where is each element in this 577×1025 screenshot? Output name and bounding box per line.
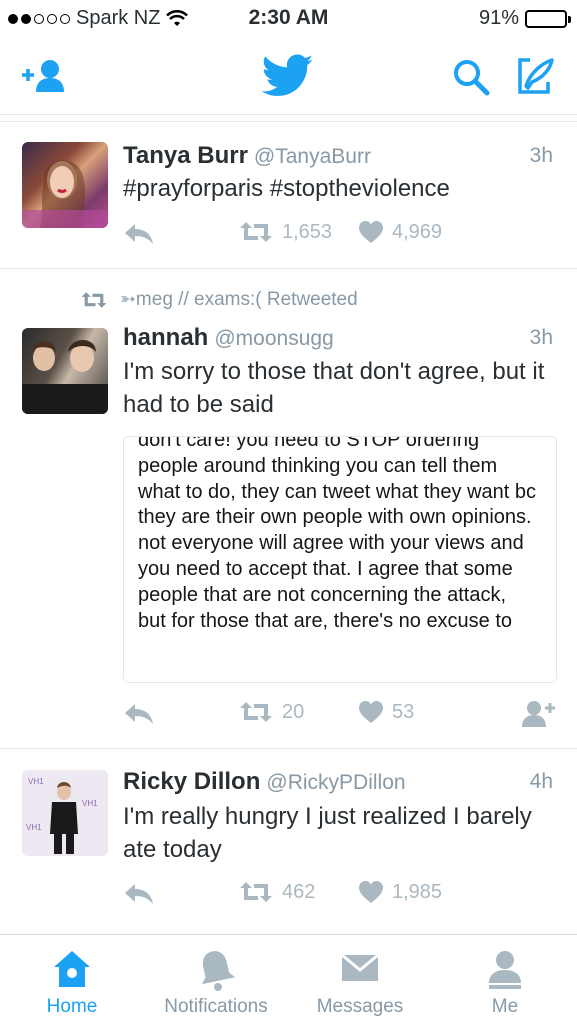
tab-label: Notifications xyxy=(164,996,268,1017)
tweet-time: 3h xyxy=(529,326,553,349)
svg-text:VH1: VH1 xyxy=(82,799,98,808)
retweet-count: 20 xyxy=(282,700,305,723)
tweet-handle[interactable]: @TanyaBurr xyxy=(254,145,371,168)
tweet-handle[interactable]: @moonsugg xyxy=(214,327,333,350)
avatar[interactable] xyxy=(22,328,108,414)
status-bar: Spark NZ 2:30 AM 91% xyxy=(0,0,577,40)
tweet-item[interactable]: VH1 VH1 VH1 Ricky Dillon @RickyPDillon 4h… xyxy=(0,748,577,934)
tab-me[interactable]: Me xyxy=(460,935,550,1025)
tweet-author[interactable]: Tanya Burr @TanyaBurr xyxy=(123,142,371,170)
retweet-icon xyxy=(240,222,272,242)
search-icon[interactable] xyxy=(452,58,490,96)
person-icon xyxy=(489,951,521,989)
retweeted-by-row[interactable]: ➳meg // exams:( Retweeted xyxy=(80,288,358,311)
like-button[interactable]: 53 xyxy=(358,700,414,724)
tweet-text: I'm sorry to those that don't agree, but… xyxy=(123,358,545,418)
tweet-author[interactable]: Ricky Dillon @RickyPDillon xyxy=(123,768,406,796)
tweet-image[interactable]: don't care! you need to STOP ordering pe… xyxy=(123,436,557,683)
tweet-item[interactable]: ➳meg // exams:( Retweeted hannah @moonsug… xyxy=(0,268,577,749)
battery-info: 91% xyxy=(478,7,571,30)
like-count: 4,969 xyxy=(392,220,443,243)
tweet-handle[interactable]: @RickyPDillon xyxy=(266,771,405,794)
svg-text:VH1: VH1 xyxy=(26,823,42,832)
battery-icon xyxy=(525,9,571,28)
retweet-button[interactable]: 1,653 xyxy=(238,220,332,244)
avatar[interactable] xyxy=(22,142,108,228)
like-count: 1,985 xyxy=(392,880,443,903)
bell-icon xyxy=(201,951,236,991)
tweet-author[interactable]: hannah @moonsugg xyxy=(123,324,334,352)
retweet-count: 462 xyxy=(282,880,316,903)
home-icon xyxy=(54,951,90,987)
retweet-icon xyxy=(240,702,272,722)
retweet-button[interactable]: 462 xyxy=(238,880,315,904)
envelope-icon xyxy=(341,953,379,981)
tweet-text: I'm really hungry I just realized I bare… xyxy=(123,803,532,863)
top-nav-bar xyxy=(0,40,577,115)
retweeted-by-label: ➳meg // exams:( Retweeted xyxy=(120,289,358,310)
heart-icon xyxy=(359,221,383,243)
heart-icon xyxy=(359,701,383,723)
tweet-time: 3h xyxy=(529,144,553,167)
compose-icon[interactable] xyxy=(516,56,556,96)
retweet-count: 1,653 xyxy=(282,220,333,243)
twitter-bird-icon[interactable] xyxy=(262,54,314,98)
like-count: 53 xyxy=(392,700,415,723)
tab-messages[interactable]: Messages xyxy=(300,935,420,1025)
like-button[interactable]: 1,985 xyxy=(358,880,442,904)
tab-notifications[interactable]: Notifications xyxy=(150,935,282,1025)
follow-user-icon[interactable] xyxy=(520,700,556,728)
avatar[interactable]: VH1 VH1 VH1 xyxy=(22,770,108,856)
svg-text:VH1: VH1 xyxy=(28,777,44,786)
heart-icon xyxy=(359,881,383,903)
tab-bar: Home Notifications Messages Me xyxy=(0,934,577,1025)
tweet-time: 4h xyxy=(529,770,553,793)
tweet-actions: 20 53 xyxy=(123,700,563,730)
image-text: don't care! you need to STOP ordering pe… xyxy=(138,436,537,632)
tab-label: Messages xyxy=(316,996,404,1017)
retweet-icon xyxy=(240,882,272,902)
tab-label: Me xyxy=(491,996,519,1017)
tab-label: Home xyxy=(46,996,98,1017)
reply-icon[interactable] xyxy=(123,700,155,726)
tweet-actions: 1,653 4,969 xyxy=(123,220,563,250)
tweet-actions: 462 1,985 xyxy=(123,880,563,910)
feed-gap xyxy=(0,115,577,122)
retweet-icon xyxy=(81,291,107,308)
battery-percent: 91% xyxy=(478,7,519,29)
add-user-icon[interactable] xyxy=(20,58,68,94)
tab-home[interactable]: Home xyxy=(8,935,136,1025)
reply-icon[interactable] xyxy=(123,220,155,246)
retweet-button[interactable]: 20 xyxy=(238,700,304,724)
tweet-item[interactable]: Tanya Burr @TanyaBurr 3h #prayforparis #s… xyxy=(0,122,577,269)
reply-icon[interactable] xyxy=(123,880,155,906)
tweet-text: #prayforparis #stoptheviolence xyxy=(123,175,450,202)
like-button[interactable]: 4,969 xyxy=(358,220,442,244)
